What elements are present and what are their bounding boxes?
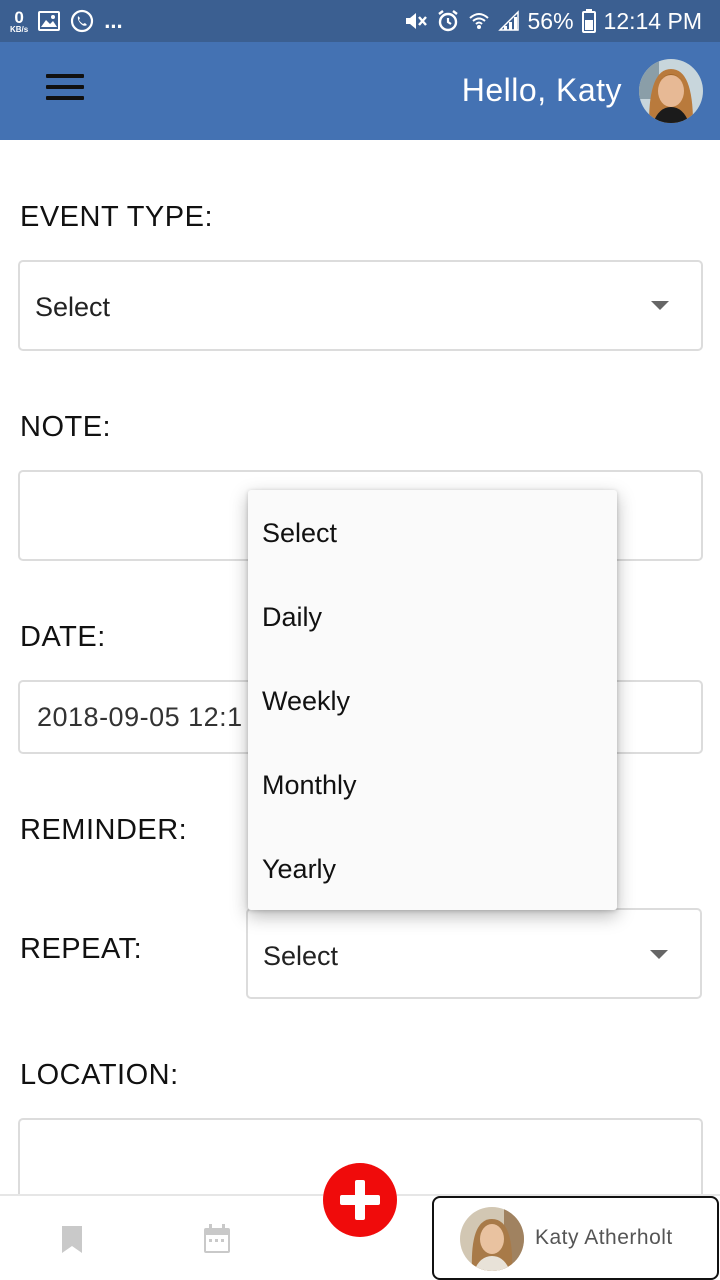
wifi-icon	[468, 10, 490, 32]
note-label: NOTE:	[20, 411, 112, 443]
whatsapp-icon	[70, 9, 94, 33]
greeting-text: Hello, Katy	[461, 72, 622, 108]
profile-chip[interactable]: Katy Atherholt	[432, 1196, 719, 1280]
chevron-down-icon	[650, 950, 668, 959]
dropdown-option-weekly[interactable]: Weekly	[262, 686, 350, 717]
avatar	[460, 1207, 524, 1271]
clock: 12:14 PM	[603, 7, 702, 34]
date-label: DATE:	[20, 621, 106, 653]
dropdown-option-monthly[interactable]: Monthly	[262, 770, 357, 801]
profile-name: Katy Atherholt	[535, 1226, 673, 1249]
add-event-button[interactable]	[323, 1163, 397, 1237]
mute-icon	[404, 10, 428, 32]
reminder-label: REMINDER:	[20, 814, 188, 846]
chevron-down-icon	[651, 301, 669, 310]
gallery-icon	[38, 11, 61, 31]
battery-percent: 56%	[527, 7, 574, 34]
date-value: 2018-09-05 12:1	[37, 702, 243, 732]
data-speed-unit: KB/s	[10, 24, 29, 34]
dropdown-option-select[interactable]: Select	[262, 518, 337, 549]
menu-button[interactable]	[46, 74, 86, 108]
event-type-value: Select	[35, 292, 111, 322]
app-header: Hello, Katy	[0, 42, 720, 140]
avatar[interactable]	[639, 59, 703, 123]
menu-icon	[46, 74, 84, 78]
bookmark-icon[interactable]	[61, 1226, 83, 1259]
more-notifications: ...	[104, 8, 123, 33]
alarm-icon	[436, 9, 460, 33]
repeat-select[interactable]: Select	[246, 908, 702, 999]
dropdown-option-daily[interactable]: Daily	[262, 602, 322, 633]
signal-icon	[497, 10, 520, 32]
repeat-label: REPEAT:	[20, 933, 143, 965]
status-bar: 0 KB/s ... 56% 12:14 PM	[0, 0, 720, 42]
data-speed-value: 0	[14, 7, 24, 27]
event-type-label: EVENT TYPE:	[20, 201, 213, 233]
dropdown-option-yearly[interactable]: Yearly	[262, 854, 336, 885]
data-speed-indicator: 0 KB/s	[10, 9, 28, 34]
repeat-value: Select	[263, 941, 339, 971]
battery-icon	[581, 9, 596, 33]
location-label: LOCATION:	[20, 1059, 179, 1091]
event-type-select[interactable]: Select	[18, 260, 703, 351]
calendar-icon[interactable]	[203, 1224, 231, 1259]
repeat-dropdown-menu: Select Daily Weekly Monthly Yearly	[248, 490, 617, 910]
